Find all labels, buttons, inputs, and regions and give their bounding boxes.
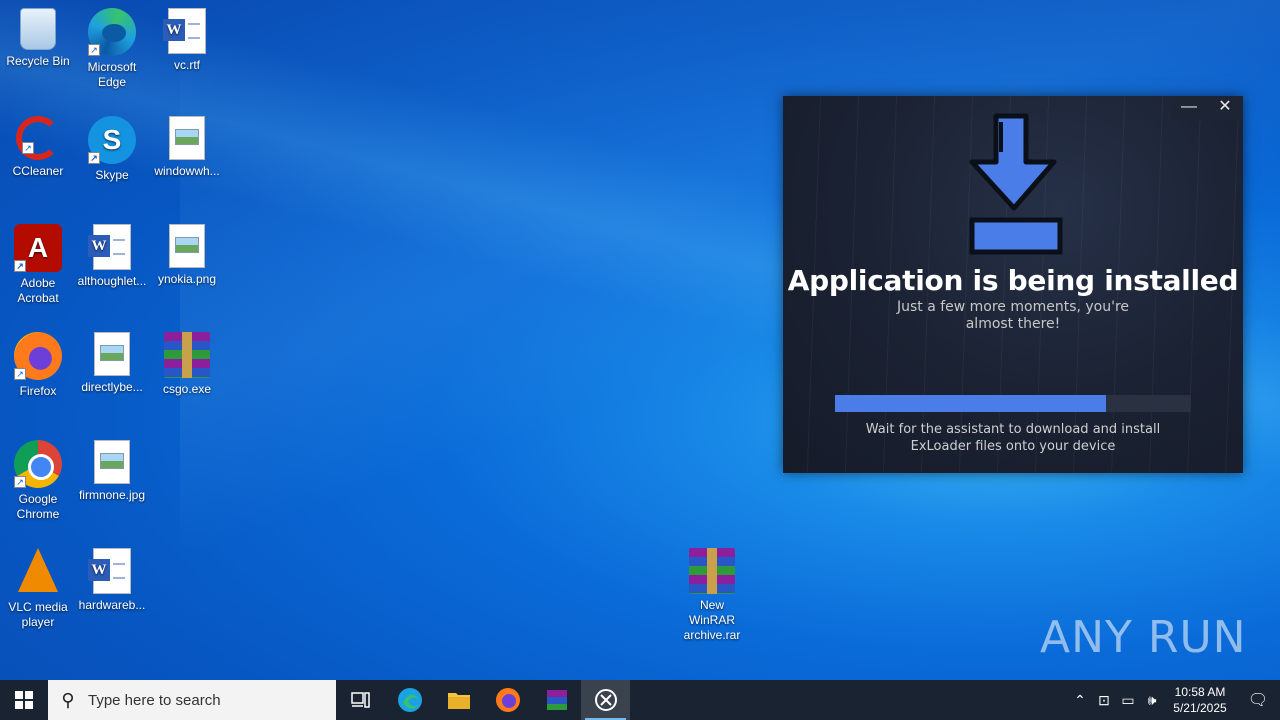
desktop-icon-label: hardwareb... xyxy=(78,598,146,612)
desktop-icon-recycle-bin[interactable]: Recycle Bin xyxy=(0,8,76,69)
taskbar-exloader[interactable] xyxy=(581,680,630,720)
exloader-icon xyxy=(594,689,617,711)
desktop-icon-label: CCleaner xyxy=(12,164,64,178)
image-file-icon xyxy=(169,116,205,160)
folder-icon xyxy=(447,693,470,709)
adobe-acrobat-icon: A ↗ xyxy=(14,224,62,272)
taskbar-edge[interactable] xyxy=(385,680,434,720)
install-progress-fill xyxy=(835,395,1106,412)
desktop-icon-ynokia[interactable]: ynokia.png xyxy=(149,224,225,287)
word-document-icon: W xyxy=(88,224,131,270)
task-view-icon xyxy=(350,692,370,708)
desktop-icon-label: windowwh... xyxy=(154,164,220,178)
minimize-button[interactable]: — xyxy=(1171,96,1207,120)
clock-time: 10:58 AM xyxy=(1174,685,1226,699)
camera-icon[interactable]: ⊡ xyxy=(1092,692,1116,709)
desktop-icon-label: VLC media player xyxy=(8,600,68,629)
system-tray: ⌃ ⊡ ▭ 🕪 10:58 AM 5/21/2025 🗨 xyxy=(1068,680,1280,720)
search-placeholder: Type here to search xyxy=(88,691,221,709)
edge-icon xyxy=(397,688,422,712)
image-file-icon xyxy=(94,332,130,376)
installer-note: Wait for the assistant to download and i… xyxy=(865,422,1161,454)
desktop-icon-label: Firefox xyxy=(19,384,57,398)
desktop-icon-directlybe[interactable]: directlybe... xyxy=(74,332,150,395)
download-arrow-icon xyxy=(966,112,1066,262)
window-controls: — ✕ xyxy=(1171,96,1243,120)
volume-icon[interactable]: 🕪 xyxy=(1140,692,1164,709)
taskbar-winrar[interactable] xyxy=(532,680,581,720)
clock-date: 5/21/2025 xyxy=(1173,701,1227,715)
desktop-icon-vc-rtf[interactable]: W vc.rtf xyxy=(149,8,225,73)
installer-subtitle: Just a few more moments, you're almost t… xyxy=(896,299,1130,332)
installer-window: — ✕ Application is being installed Just … xyxy=(783,96,1243,473)
installer-title: Application is being installed xyxy=(787,264,1239,297)
desktop-icon-label: csgo.exe xyxy=(162,382,212,396)
desktop-icon-label: Skype xyxy=(95,168,129,182)
winrar-archive-icon xyxy=(164,332,210,378)
desktop-icon-label: Google Chrome xyxy=(16,492,60,521)
taskbar-clock[interactable]: 10:58 AM 5/21/2025 xyxy=(1164,684,1236,716)
image-file-icon xyxy=(94,440,130,484)
notification-icon[interactable]: 🗨 xyxy=(1236,690,1280,710)
desktop-icon-new-winrar-archive[interactable]: New WinRAR archive.rar xyxy=(674,548,750,643)
desktop-icon-label: vc.rtf xyxy=(174,58,200,72)
task-view-button[interactable] xyxy=(336,680,385,720)
firefox-icon: ↗ xyxy=(14,332,62,380)
desktop-icon-firefox[interactable]: ↗ Firefox xyxy=(0,332,76,399)
word-document-icon: W xyxy=(88,548,131,594)
desktop-icon-label: Recycle Bin xyxy=(6,54,70,68)
desktop-icon-label: ynokia.png xyxy=(157,272,217,286)
desktop-icon-skype[interactable]: S ↗ Skype xyxy=(74,116,150,183)
network-icon[interactable]: ▭ xyxy=(1116,692,1140,709)
desktop-icon-label: directlybe... xyxy=(81,380,143,394)
winrar-archive-icon xyxy=(689,548,735,594)
close-button[interactable]: ✕ xyxy=(1207,96,1243,120)
desktop-icon-label: firmnone.jpg xyxy=(78,488,146,502)
firefox-icon xyxy=(495,688,520,712)
desktop-icon-althoughlet[interactable]: W althoughlet... xyxy=(74,224,150,289)
search-icon: ⚲ xyxy=(61,689,75,710)
taskbar-file-explorer[interactable] xyxy=(434,680,483,720)
desktop-icon-label: althoughlet... xyxy=(77,274,147,288)
windows-logo-icon xyxy=(15,691,33,709)
taskbar: ⚲ Type here to search ⌃ ⊡ ▭ 🕪 10:58 AM 5… xyxy=(0,680,1280,720)
desktop-icon-vlc[interactable]: VLC media player xyxy=(0,548,76,630)
desktop-icon-ccleaner[interactable]: ↗ CCleaner xyxy=(0,116,76,179)
chevron-up-icon[interactable]: ⌃ xyxy=(1068,692,1092,709)
recycle-bin-icon xyxy=(20,8,56,50)
skype-icon: S ↗ xyxy=(88,116,136,164)
desktop-icon-microsoft-edge[interactable]: ↗ Microsoft Edge xyxy=(74,8,150,90)
vlc-icon xyxy=(18,548,58,592)
start-button[interactable] xyxy=(0,680,48,720)
ccleaner-icon: ↗ xyxy=(16,116,60,160)
desktop-icon-adobe-acrobat[interactable]: A ↗ Adobe Acrobat xyxy=(0,224,76,306)
taskbar-search-box[interactable]: ⚲ Type here to search xyxy=(48,680,336,720)
desktop-icon-label: Microsoft Edge xyxy=(87,60,137,89)
chrome-icon: ↗ xyxy=(14,440,62,488)
install-progress-bar xyxy=(835,395,1191,412)
image-file-icon xyxy=(169,224,205,268)
desktop-icon-windowwh[interactable]: windowwh... xyxy=(149,116,225,179)
word-document-icon: W xyxy=(163,8,206,54)
desktop-icon-firmnone[interactable]: firmnone.jpg xyxy=(74,440,150,503)
edge-icon: ↗ xyxy=(88,8,136,56)
desktop-icon-label: New WinRAR archive.rar xyxy=(683,598,741,642)
desktop-icon-label: Adobe Acrobat xyxy=(17,276,59,305)
desktop-icon-csgo-exe[interactable]: csgo.exe xyxy=(149,332,225,397)
anyrun-watermark: ANY RUN xyxy=(1040,612,1247,663)
desktop-icon-google-chrome[interactable]: ↗ Google Chrome xyxy=(0,440,76,522)
desktop-icon-hardwareb[interactable]: W hardwareb... xyxy=(74,548,150,613)
taskbar-firefox[interactable] xyxy=(483,680,532,720)
winrar-icon xyxy=(546,690,567,710)
